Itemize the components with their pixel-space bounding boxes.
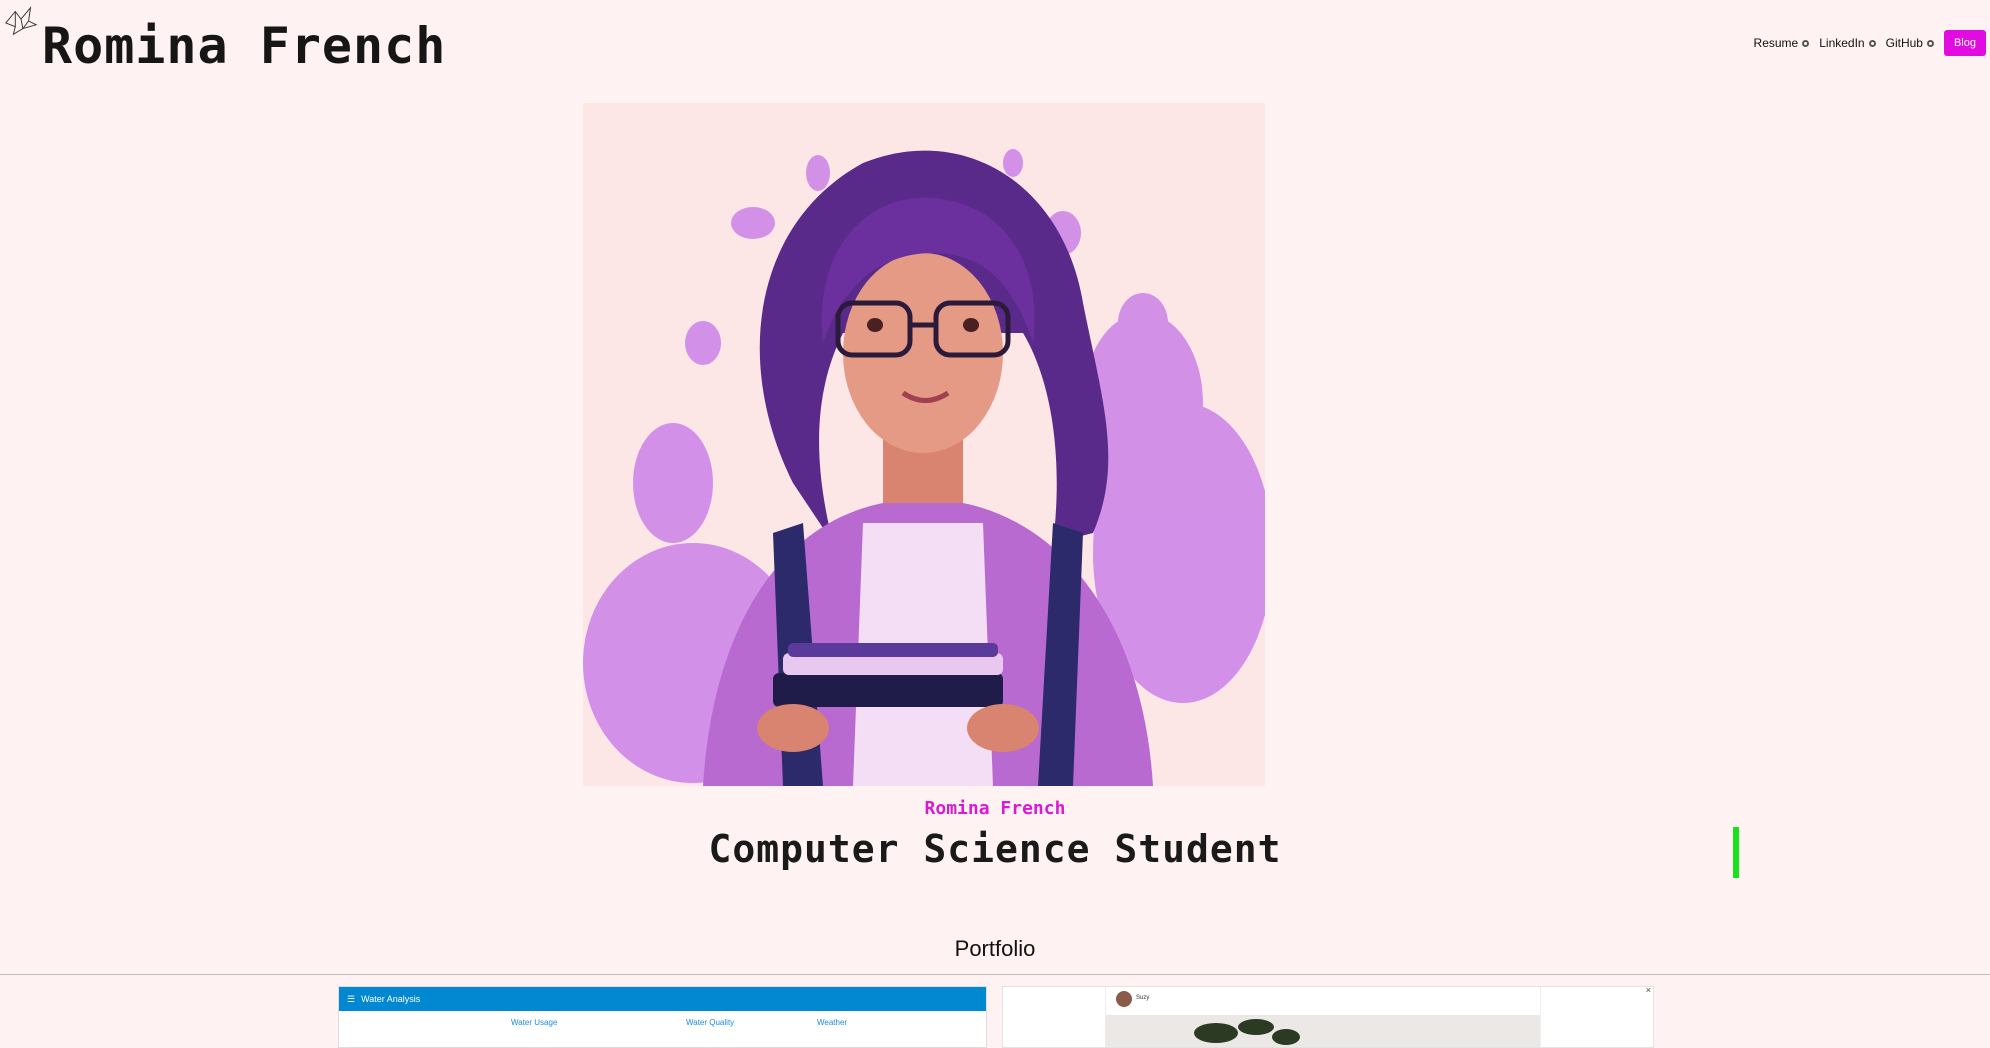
blog-button[interactable]: Blog (1943, 30, 1986, 56)
nav-linkedin-link[interactable]: LinkedIn (1819, 36, 1876, 50)
top-nav: Resume LinkedIn GitHub Blog (1754, 30, 1986, 56)
nav-resume-link[interactable]: Resume (1754, 36, 1810, 50)
avatar (1116, 991, 1132, 1007)
nav-github-label: GitHub (1885, 36, 1923, 50)
nav-github-link[interactable]: GitHub (1886, 36, 1934, 50)
card-title: Water Analysis (361, 994, 421, 1004)
post-username: Suzy (1136, 995, 1150, 1001)
nav-linkedin-label: LinkedIn (1819, 36, 1865, 50)
card-tabs: Water Usage Water Quality Weather (339, 1011, 986, 1041)
tab-weather[interactable]: Weather (817, 1018, 847, 1027)
tab-water-quality[interactable]: Water Quality (686, 1018, 734, 1027)
origami-bird-icon[interactable] (2, 2, 40, 40)
external-link-icon (1802, 39, 1810, 47)
hero-role: Computer Science Student (708, 827, 1282, 871)
post-image (1106, 1015, 1540, 1047)
card-header-bar: ☰ Water Analysis (339, 987, 986, 1011)
menu-icon: ☰ (347, 993, 356, 1004)
profile-illustration (583, 103, 1265, 786)
close-icon[interactable]: × (1646, 987, 1651, 995)
social-post: Suzy (1105, 987, 1541, 1047)
tab-water-usage[interactable]: Water Usage (511, 1018, 557, 1027)
external-link-icon (1926, 39, 1934, 47)
typing-cursor (1733, 827, 1739, 878)
external-link-icon (1868, 39, 1876, 47)
site-title[interactable]: Romina French (42, 16, 446, 76)
portfolio-heading: Portfolio (954, 936, 1036, 961)
section-divider (0, 974, 1990, 975)
nav-resume-label: Resume (1753, 36, 1799, 50)
hero-name: Romina French (924, 798, 1066, 819)
